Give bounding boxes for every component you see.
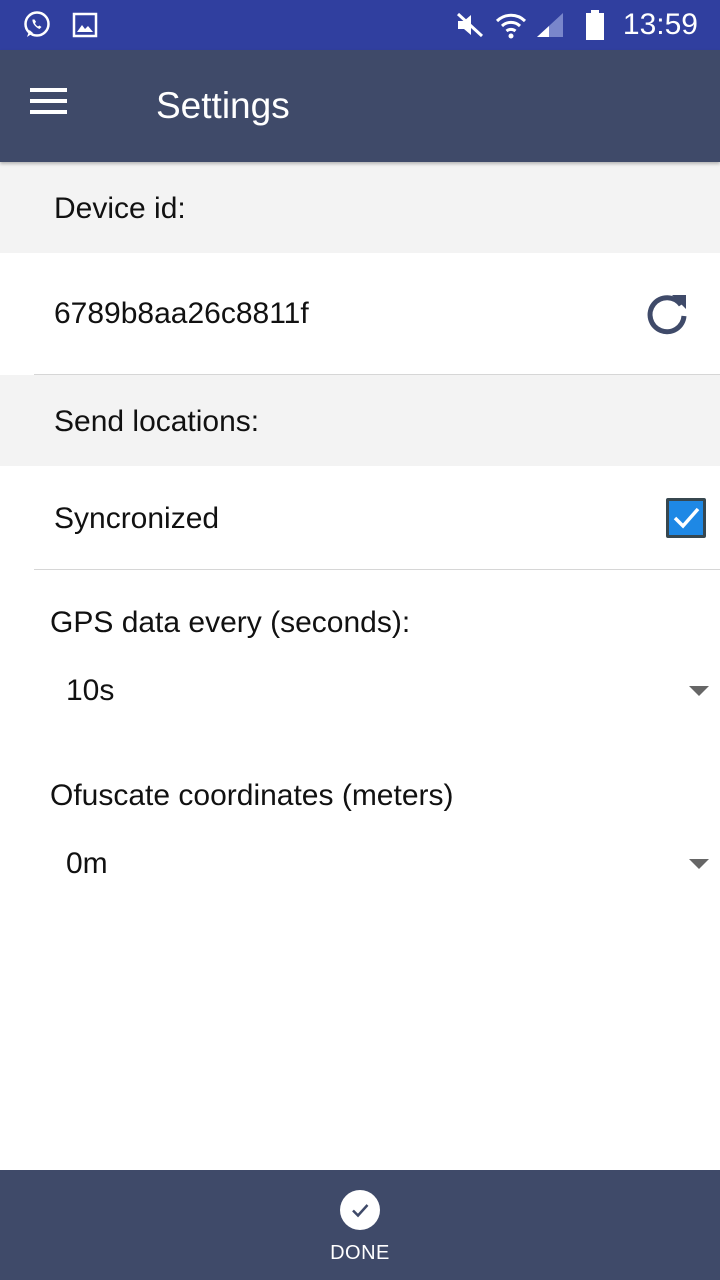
gps-interval-label: GPS data every (seconds): [50, 606, 411, 639]
device-id-header-label: Device id: [54, 192, 186, 225]
syncronized-checkbox[interactable] [666, 498, 706, 538]
gps-interval-dropdown[interactable]: 10s [0, 664, 720, 724]
divider [34, 569, 720, 570]
device-id-row: 6789b8aa26c8811f [0, 253, 720, 374]
bottom-bar: DONE [0, 1170, 720, 1280]
gps-interval-value: 10s [66, 674, 115, 707]
app-bar: Settings [0, 50, 720, 162]
check-circle-icon [340, 1190, 380, 1230]
send-locations-header: Send locations: [0, 375, 720, 466]
dropdown-arrow-icon [689, 859, 709, 869]
image-icon [72, 0, 98, 50]
syncronized-label: Syncronized [54, 502, 220, 535]
signal-icon [534, 0, 566, 50]
status-bar: 13:59 [0, 0, 720, 50]
syncronized-row[interactable]: Syncronized [0, 466, 720, 569]
done-button[interactable]: DONE [300, 1170, 420, 1280]
send-locations-header-label: Send locations: [54, 405, 260, 438]
mute-icon [454, 0, 486, 50]
battery-icon [584, 0, 606, 50]
page-title: Settings [156, 85, 290, 126]
done-label: DONE [330, 1242, 390, 1264]
ofuscate-dropdown[interactable]: 0m [0, 837, 720, 897]
hamburger-menu-icon[interactable] [22, 86, 74, 126]
refresh-icon[interactable] [644, 291, 690, 337]
device-id-header: Device id: [0, 162, 720, 253]
dropdown-arrow-icon [689, 686, 709, 696]
wifi-icon [494, 0, 528, 50]
check-icon [673, 507, 700, 529]
ofuscate-value: 0m [66, 847, 108, 880]
ofuscate-label: Ofuscate coordinates (meters) [50, 779, 454, 812]
whatsapp-icon [22, 0, 52, 50]
status-time: 13:59 [622, 8, 698, 41]
device-id-value: 6789b8aa26c8811f [54, 297, 309, 330]
